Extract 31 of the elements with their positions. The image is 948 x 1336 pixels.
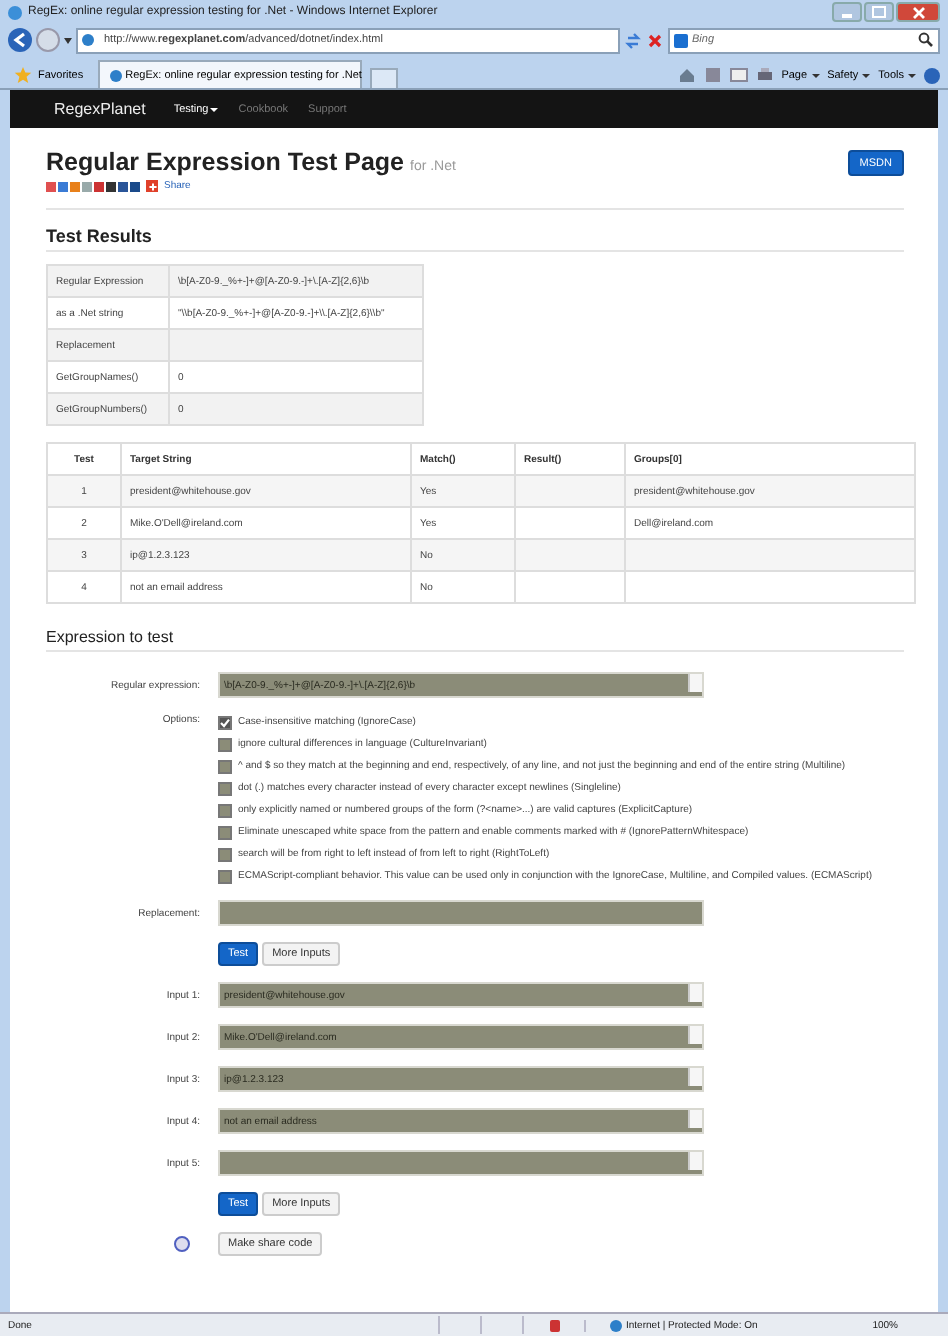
close-icon: [911, 5, 925, 19]
star-icon: [14, 66, 32, 84]
print-icon[interactable]: [755, 66, 774, 84]
checkbox[interactable]: [218, 782, 232, 796]
table-cell: [515, 571, 625, 603]
search-icon[interactable]: [918, 32, 934, 48]
close-button[interactable]: [896, 2, 940, 22]
section-heading: Test Results: [46, 226, 154, 246]
table-cell: [515, 539, 625, 571]
checkbox[interactable]: [218, 848, 232, 862]
site-brand[interactable]: RegexPlanet: [54, 100, 146, 118]
refresh-icon[interactable]: [624, 31, 642, 49]
checkbox[interactable]: [218, 826, 232, 840]
checkbox[interactable]: [218, 716, 232, 730]
section-heading: Expression to test: [46, 628, 176, 646]
input-field[interactable]: [218, 1150, 704, 1176]
back-button[interactable]: [8, 28, 32, 52]
minimize-button[interactable]: [832, 2, 862, 22]
checkbox[interactable]: [218, 738, 232, 752]
replacement-field[interactable]: [218, 900, 704, 926]
page-title: Regular Expression Test Page: [46, 148, 404, 176]
plus-icon[interactable]: [146, 180, 158, 192]
maximize-button[interactable]: [864, 2, 894, 22]
checkbox[interactable]: [218, 804, 232, 818]
social-icons[interactable]: [46, 181, 140, 191]
stop-icon[interactable]: [646, 31, 664, 49]
checkbox[interactable]: [218, 870, 232, 884]
home-icon[interactable]: [677, 66, 696, 84]
table-cell: [515, 475, 625, 507]
new-tab-button[interactable]: [369, 68, 398, 88]
checkbox[interactable]: [218, 760, 232, 774]
